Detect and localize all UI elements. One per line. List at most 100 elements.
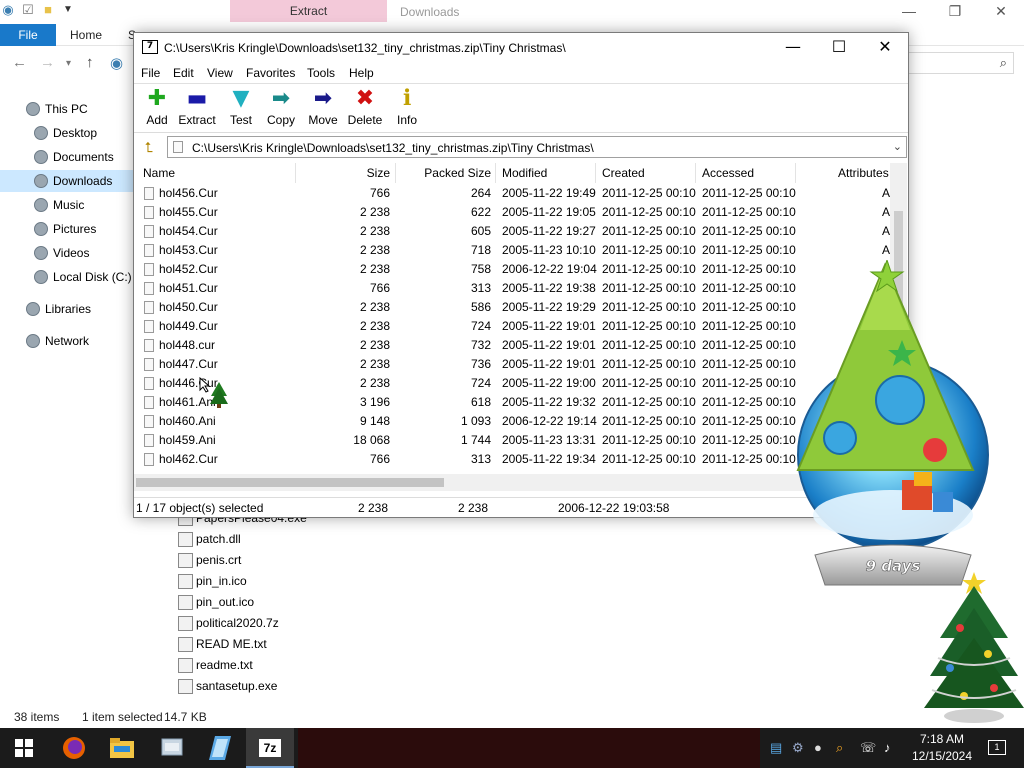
- notepad-icon[interactable]: [196, 728, 244, 768]
- forward-arrow-icon[interactable]: →: [40, 54, 55, 71]
- modified-date: 2005-11-22 19:32: [502, 395, 596, 409]
- quick-access-toolbar: ◉ ☑ ■ ▼: [0, 2, 76, 18]
- restore-button[interactable]: ❐: [932, 0, 978, 24]
- taskbar-wallpaper-area: [298, 728, 760, 768]
- file-name: hol453.Cur: [159, 243, 218, 257]
- created-date: 2011-12-25 00:10: [602, 205, 696, 219]
- horizontal-scrollbar[interactable]: [134, 474, 890, 491]
- toolbar-label: Move: [308, 113, 338, 127]
- cursor-file-icon: [144, 415, 154, 428]
- tab-home[interactable]: Home: [70, 28, 102, 42]
- menu-view[interactable]: View: [207, 66, 233, 80]
- nav-item-label: Documents: [53, 150, 114, 164]
- nav-item-label: Music: [53, 198, 85, 212]
- column-accessed[interactable]: Accessed: [702, 166, 754, 180]
- new-folder-icon[interactable]: ■: [40, 2, 56, 18]
- column-name[interactable]: Name: [143, 166, 175, 180]
- tab-file[interactable]: File: [0, 24, 56, 46]
- app-icon[interactable]: [148, 728, 196, 768]
- modified-date: 2005-11-22 19:38: [502, 281, 596, 295]
- network-icon[interactable]: ☏: [860, 740, 876, 756]
- menu-favorites[interactable]: Favorites: [246, 66, 295, 80]
- modified-date: 2005-11-22 19:01: [502, 357, 596, 371]
- horizontal-scroll-thumb[interactable]: [136, 478, 444, 487]
- file-size: 2 238: [359, 224, 390, 238]
- properties-icon[interactable]: ☑: [20, 2, 36, 18]
- menu-help[interactable]: Help: [349, 66, 374, 80]
- menu-file[interactable]: File: [141, 66, 160, 80]
- modified-date: 2005-11-22 19:29: [502, 300, 596, 314]
- info-button[interactable]: ℹ Info: [384, 86, 430, 132]
- notification-center-icon[interactable]: 1: [988, 738, 1006, 755]
- file-explorer-icon[interactable]: [98, 728, 146, 768]
- back-arrow-icon[interactable]: ←: [12, 54, 27, 71]
- accessed-date: 2011-12-25 00:10: [702, 224, 796, 238]
- column-modified[interactable]: Modified: [502, 166, 547, 180]
- move-button[interactable]: ➡ Move: [300, 86, 346, 132]
- christmas-countdown-gadget[interactable]: 9 days: [790, 258, 995, 590]
- table-row[interactable]: hol456.Cur 766 264 2005-11-22 19:49 2011-12-…: [134, 184, 908, 203]
- column-packed-size[interactable]: Packed Size: [424, 166, 491, 180]
- firefox-icon[interactable]: [50, 728, 98, 768]
- toolbar-label: Info: [396, 113, 417, 127]
- column-attributes[interactable]: Attributes: [838, 166, 889, 180]
- people-tray-icon[interactable]: ⚙: [792, 740, 804, 756]
- created-date: 2011-12-25 00:10: [602, 376, 696, 390]
- accessed-date: 2011-12-25 00:10: [702, 452, 796, 466]
- christmas-tree-gadget[interactable]: [920, 568, 1024, 726]
- extract-context-tab[interactable]: Extract: [230, 0, 387, 22]
- windows-start-icon[interactable]: [0, 728, 48, 768]
- 7z-file-icon: [178, 616, 193, 631]
- tray-app-icon[interactable]: ▤: [770, 740, 782, 756]
- packed-size: 1 744: [460, 433, 491, 447]
- file-name: hol452.Cur: [159, 262, 218, 276]
- table-row[interactable]: hol454.Cur 2 238 605 2005-11-22 19:27 2011-1…: [134, 222, 908, 241]
- file-size: 3 196: [359, 395, 390, 409]
- menu-edit[interactable]: Edit: [173, 66, 194, 80]
- clock-date: 12/15/2024: [911, 749, 973, 763]
- customize-qat-icon[interactable]: ▼: [60, 2, 76, 18]
- explorer-titlebar: ◉ ☑ ■ ▼ Extract Downloads — ❐ ✕: [0, 0, 1024, 24]
- minimize-button[interactable]: —: [886, 0, 932, 24]
- cursor-file-icon: [144, 244, 154, 257]
- toolbar-label: Copy: [266, 113, 295, 127]
- copy-button[interactable]: ➡ Copy: [258, 86, 304, 132]
- search-tray-icon[interactable]: ⌕: [836, 740, 843, 756]
- modified-date: 2005-11-22 19:27: [502, 224, 596, 238]
- accessed-date: 2011-12-25 00:10: [702, 319, 796, 333]
- chevron-down-icon[interactable]: ⌄: [893, 140, 902, 153]
- volume-icon[interactable]: ♪: [884, 740, 891, 755]
- packed-size: 605: [470, 224, 491, 238]
- extract-button[interactable]: ▬ Extract: [174, 86, 220, 132]
- recent-locations-icon[interactable]: ▾: [66, 58, 71, 69]
- clock[interactable]: 7:18 AM 12/15/2024: [908, 731, 976, 765]
- close-button[interactable]: ✕: [862, 33, 908, 63]
- explorer-file-list: PapersPlease04.exe patch.dll penis.crt pin_…: [176, 508, 476, 698]
- created-date: 2011-12-25 00:10: [602, 281, 696, 295]
- close-button[interactable]: ✕: [978, 0, 1024, 24]
- column-created[interactable]: Created: [602, 166, 645, 180]
- attributes: A: [882, 224, 891, 238]
- nav-item-label: Libraries: [45, 302, 92, 316]
- up-folder-icon[interactable]: ⮤: [139, 138, 159, 156]
- delete-icon: ✖: [355, 86, 375, 111]
- cursor-file-icon: [144, 358, 154, 371]
- cursor-file-icon: [144, 377, 154, 390]
- 7zip-taskbar-button[interactable]: 7z: [246, 728, 294, 768]
- 7zip-icon: 7z: [259, 739, 281, 757]
- droplet-icon[interactable]: ●: [814, 740, 822, 755]
- delete-button[interactable]: ✖ Delete: [342, 86, 388, 132]
- path-combobox[interactable]: C:\Users\Kris Kringle\Downloads\set132_t…: [167, 136, 907, 158]
- packed-size: 313: [470, 281, 491, 295]
- modified-date: 2006-12-22 19:04: [502, 262, 597, 276]
- maximize-button[interactable]: ☐: [816, 33, 862, 63]
- created-date: 2011-12-25 00:10: [602, 186, 696, 200]
- up-arrow-icon[interactable]: ↑: [86, 54, 94, 71]
- modified-date: 2005-11-22 19:00: [502, 376, 596, 390]
- column-size[interactable]: Size: [367, 166, 390, 180]
- menu-tools[interactable]: Tools: [307, 66, 335, 80]
- ico-file-icon: [178, 595, 193, 610]
- minimize-button[interactable]: —: [770, 33, 816, 63]
- table-row[interactable]: hol453.Cur 2 238 718 2005-11-23 10:10 2011-1…: [134, 241, 908, 260]
- table-row[interactable]: hol455.Cur 2 238 622 2005-11-22 19:05 2011-1…: [134, 203, 908, 222]
